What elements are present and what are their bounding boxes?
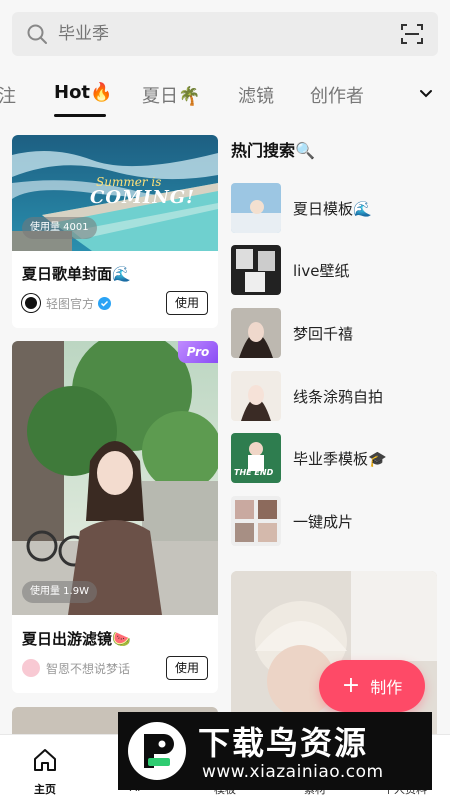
hot-search-item[interactable]: THE END 毕业季模板🎓	[231, 433, 441, 483]
template-image[interactable]	[12, 341, 218, 615]
create-button-label: 制作	[370, 678, 403, 697]
use-template-button[interactable]: 使用	[166, 291, 208, 315]
create-button[interactable]: + 制作	[319, 660, 425, 712]
use-template-button[interactable]: 使用	[166, 656, 208, 680]
hot-search-title: 热门搜索🔍	[231, 141, 315, 160]
watermark-banner: 下载鸟资源 www.xiazainiao.com	[118, 712, 432, 790]
tab-partial[interactable]: 注	[0, 82, 16, 108]
tab-summer[interactable]: 夏日🌴	[142, 82, 200, 108]
watermark-title: 下载鸟资源	[198, 724, 369, 762]
thumbnail-text: THE END	[234, 468, 274, 477]
author-name: 轻图官方	[46, 296, 95, 311]
tab-hot[interactable]: Hot🔥	[54, 82, 112, 103]
nav-label: 主页	[34, 783, 56, 796]
card-author: 轻图官方	[22, 293, 112, 313]
tab-fade	[356, 70, 416, 118]
hot-search-item[interactable]: live壁纸	[231, 245, 441, 295]
hot-search-thumbnail	[231, 245, 281, 295]
active-tab-indicator	[54, 114, 106, 117]
pro-badge: Pro	[178, 341, 218, 363]
category-tabs: 注 Hot🔥 夏日🌴 滤镜 创作者	[0, 70, 450, 118]
hot-search-item[interactable]: 一键成片	[231, 496, 441, 546]
search-input[interactable]	[58, 12, 358, 56]
author-name: 智恩不想说梦话	[46, 661, 131, 676]
hot-search-thumbnail	[231, 371, 281, 421]
watermark-url: www.xiazainiao.com	[202, 762, 384, 782]
card-title: 夏日出游滤镜🍉	[22, 630, 131, 648]
hot-search-label: 线条涂鸦自拍	[293, 388, 384, 406]
avatar	[22, 294, 40, 312]
hot-search-thumbnail	[231, 308, 281, 358]
bird-logo-icon	[128, 722, 186, 780]
card-title: 夏日歌单封面🌊	[22, 265, 131, 283]
hot-search-item[interactable]: 线条涂鸦自拍	[231, 371, 441, 421]
hot-search-label: 毕业季模板🎓	[293, 450, 387, 468]
hot-search-thumbnail	[231, 496, 281, 546]
template-card[interactable]: Pro 使用量 1.9W 夏日出游滤镜🍉 智恩不想说梦话 使用	[12, 341, 218, 693]
home-icon	[34, 749, 56, 771]
verified-icon	[98, 296, 112, 310]
usage-count: 使用量 1.9W	[22, 581, 97, 603]
hot-search-item[interactable]: 夏日模板🌊	[231, 183, 441, 233]
template-card[interactable]: Summer is COMING! 使用量 4001 夏日歌单封面🌊 轻图官方 …	[12, 135, 218, 328]
image-text: COMING!	[90, 187, 196, 208]
hot-search-label: 一键成片	[293, 513, 354, 531]
scan-icon[interactable]	[400, 22, 424, 46]
tab-filters[interactable]: 滤镜	[238, 82, 274, 108]
search-bar[interactable]	[12, 12, 438, 56]
avatar	[22, 659, 40, 677]
hot-search-item[interactable]: 梦回千禧	[231, 308, 441, 358]
hot-search-label: 梦回千禧	[293, 325, 354, 343]
usage-count: 使用量 4001	[22, 217, 97, 239]
plus-icon: +	[341, 673, 361, 698]
hot-search-thumbnail	[231, 183, 281, 233]
card-author: 智恩不想说梦话	[22, 658, 130, 678]
search-icon	[27, 24, 47, 44]
hot-search-label: live壁纸	[293, 262, 350, 280]
nav-home[interactable]: 主页	[0, 735, 90, 800]
chevron-down-icon[interactable]	[418, 86, 434, 102]
hot-search-label: 夏日模板🌊	[293, 200, 372, 218]
